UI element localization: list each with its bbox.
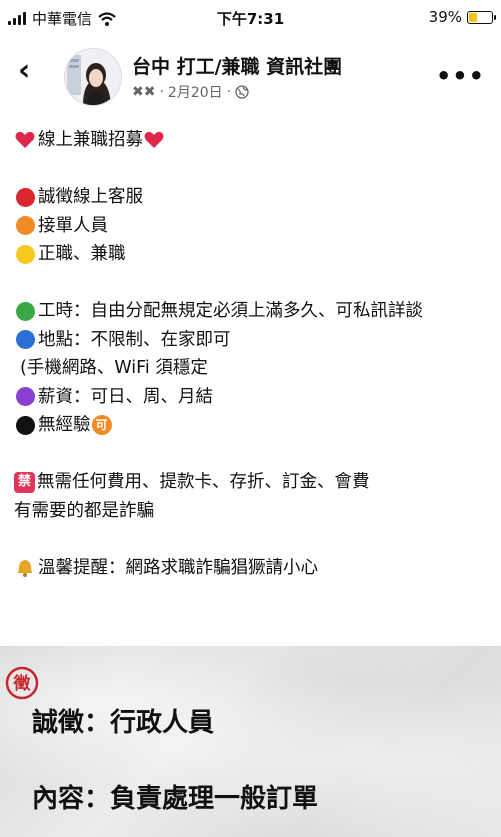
headline-row: 線上兼職招募 [14,126,494,155]
item-text: 接單人員 [38,215,108,236]
poster-name[interactable]: ✖✖ [132,84,155,100]
blue-circle-icon [14,329,36,351]
seal-icon: 徵 [5,666,39,700]
battery-icon [467,10,496,24]
warning-text: 有需要的都是詐騙 [14,500,154,521]
black-circle-icon [14,414,36,436]
post-photo[interactable]: 徵 誠徵：行政人員 內容：負責處理一般訂單 [0,646,501,837]
item-text: 工時：自由分配無規定必須上滿多久、可私訊詳談 [38,301,423,321]
bell-icon [14,557,36,579]
item-text: 正職、兼職 [38,244,126,264]
svg-text:徵: 徵 [13,673,32,694]
list-item-note: (手機網路、WiFi 須穩定 [14,354,494,383]
reminder-row: 溫馨提醒：網路求職詐騙猖獗請小心 [14,554,494,583]
post-meta: ✖✖ · 2月20日 · [132,82,249,102]
warning-row: 有需要的都是詐騙 [14,497,494,526]
heart-icon [143,129,165,151]
meta-separator: · [159,84,164,100]
purple-circle-icon [14,386,36,408]
list-item: 地點：不限制、在家即可 [14,326,494,355]
ok-badge-icon: 可 [91,415,112,436]
more-options-icon[interactable]: ••• [436,62,485,90]
post-header: ‹ 台中 打工/兼職 資訊社團 ✖✖ · 2月20日 · ••• [0,40,501,112]
list-item: 誠徵線上客服 [14,183,494,212]
avatar[interactable] [64,48,122,106]
group-name[interactable]: 台中 打工/兼職 資訊社團 [132,52,342,79]
list-item: 工時：自由分配無規定必須上滿多久、可私訊詳談 [14,297,494,326]
item-text: 無經驗 [38,415,91,435]
reminder-text: 溫馨提醒：網路求職詐騙猖獗請小心 [38,557,318,578]
green-circle-icon [14,300,36,322]
status-right: 39% [428,8,496,26]
clock: 下午7:31 [216,10,285,28]
item-text: 薪資：可日、周、月結 [38,386,213,407]
list-item: 無經驗 可 [14,411,494,440]
yellow-circle-icon [14,243,36,265]
photo-title: 誠徵：行政人員 [32,708,215,738]
list-item: 正職、兼職 [14,240,494,269]
item-text: (手機網路、WiFi 須穩定 [20,358,208,378]
warning-row: 禁 無需任何費用、提款卡、存折、訂金、會費 [14,468,494,497]
red-circle-icon [14,186,36,208]
warning-text: 無需任何費用、提款卡、存折、訂金、會費 [37,472,370,492]
prohibited-badge-icon: 禁 [14,471,35,493]
battery-fill [469,12,477,22]
post-body: 線上兼職招募 誠徵線上客服 接單人員 正職、兼職 工時：自由分配無規定必須上滿多… [14,126,494,582]
orange-circle-icon [14,215,36,237]
battery-percent: 39% [428,8,462,26]
item-text: 誠徵線上客服 [38,187,143,207]
globe-icon [235,85,249,99]
back-icon[interactable]: ‹ [18,56,30,86]
photo-subtitle: 內容：負責處理一般訂單 [32,784,319,814]
heart-icon [14,129,36,151]
avatar-image [65,49,121,105]
post-date[interactable]: 2月20日 [168,82,223,102]
list-item: 接單人員 [14,212,494,241]
status-bar: 中華電信 下午7:31 39% [0,0,501,38]
headline-text: 線上兼職招募 [38,130,143,150]
list-item: 薪資：可日、周、月結 [14,383,494,412]
meta-separator: · [226,84,232,100]
item-text: 地點：不限制、在家即可 [38,329,231,350]
